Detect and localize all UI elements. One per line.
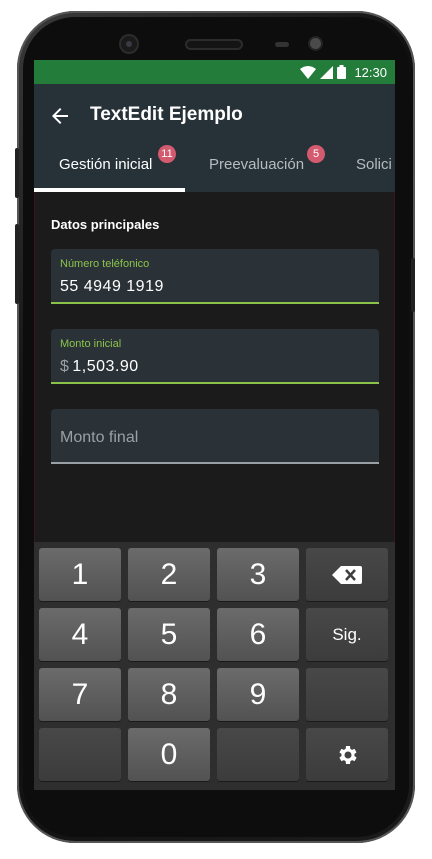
proximity-sensor [275,42,289,47]
signal-icon [320,65,334,79]
backspace-icon [332,565,362,584]
tab-label: Gestión inicial [59,156,153,173]
screen: 12:30 TextEdit Ejemplo Gestión inicial 1… [34,60,395,790]
initial-amount-label: Monto inicial [60,338,122,350]
numeric-keyboard: 1 2 3 4 5 6 Sig. 7 8 9 0 [34,542,395,790]
key-0[interactable]: 0 [128,728,210,781]
key-9[interactable]: 9 [217,668,299,721]
final-amount-placeholder: Monto final [60,429,139,446]
key-3[interactable]: 3 [217,548,299,601]
next-key[interactable]: Sig. [306,608,388,661]
blank-key[interactable] [39,728,121,781]
initial-amount-value: 1,503.90 [72,358,139,375]
section-title: Datos principales [51,217,160,232]
power-button [15,148,19,198]
wifi-icon [300,65,317,79]
gear-icon [339,745,357,764]
currency-prefix: $ [60,358,70,375]
key-1[interactable]: 1 [39,548,121,601]
tab-gestion-inicial[interactable]: Gestión inicial [59,156,152,173]
final-amount-field[interactable]: Monto final [51,409,379,464]
field-underline [51,302,379,304]
key-8[interactable]: 8 [128,668,210,721]
blank-key[interactable] [306,668,388,721]
key-4[interactable]: 4 [39,608,121,661]
phone-field-label: Número teléfonico [60,258,150,270]
status-bar: 12:30 [34,60,395,84]
clock: 12:30 [354,64,387,80]
backspace-key[interactable] [306,548,388,601]
blank-key[interactable] [217,728,299,781]
field-underline [51,382,379,384]
earpiece-speaker [187,41,241,48]
initial-amount-value-wrap: $1,503.90 [60,358,139,376]
phone-field[interactable]: Número teléfonico 55 4949 1919 [51,249,379,304]
tab-bar: Gestión inicial 11 Preevaluación 5 Solic… [34,144,395,192]
tab-preevaluacion[interactable]: Preevaluación [209,156,304,173]
field-underline [51,462,379,464]
tab-badge: 11 [158,145,176,163]
page-title: TextEdit Ejemplo [90,104,243,125]
tab-solici[interactable]: Solici [356,156,392,173]
arrow-left-icon[interactable] [48,104,72,128]
battery-icon [337,65,347,79]
key-5[interactable]: 5 [128,608,210,661]
key-2[interactable]: 2 [128,548,210,601]
front-camera [121,36,137,52]
tab-badge: 5 [307,145,325,163]
app-bar: TextEdit Ejemplo Gestión inicial 11 Pree… [34,84,395,192]
volume-button [15,224,19,304]
settings-key[interactable] [306,728,388,781]
key-6[interactable]: 6 [217,608,299,661]
phone-field-value: 55 4949 1919 [60,278,164,295]
initial-amount-field[interactable]: Monto inicial $1,503.90 [51,329,379,384]
tab-label: Preevaluación [209,156,305,173]
side-key [411,258,415,312]
key-7[interactable]: 7 [39,668,121,721]
tab-label: Solici [356,156,392,173]
light-sensor [310,38,321,49]
